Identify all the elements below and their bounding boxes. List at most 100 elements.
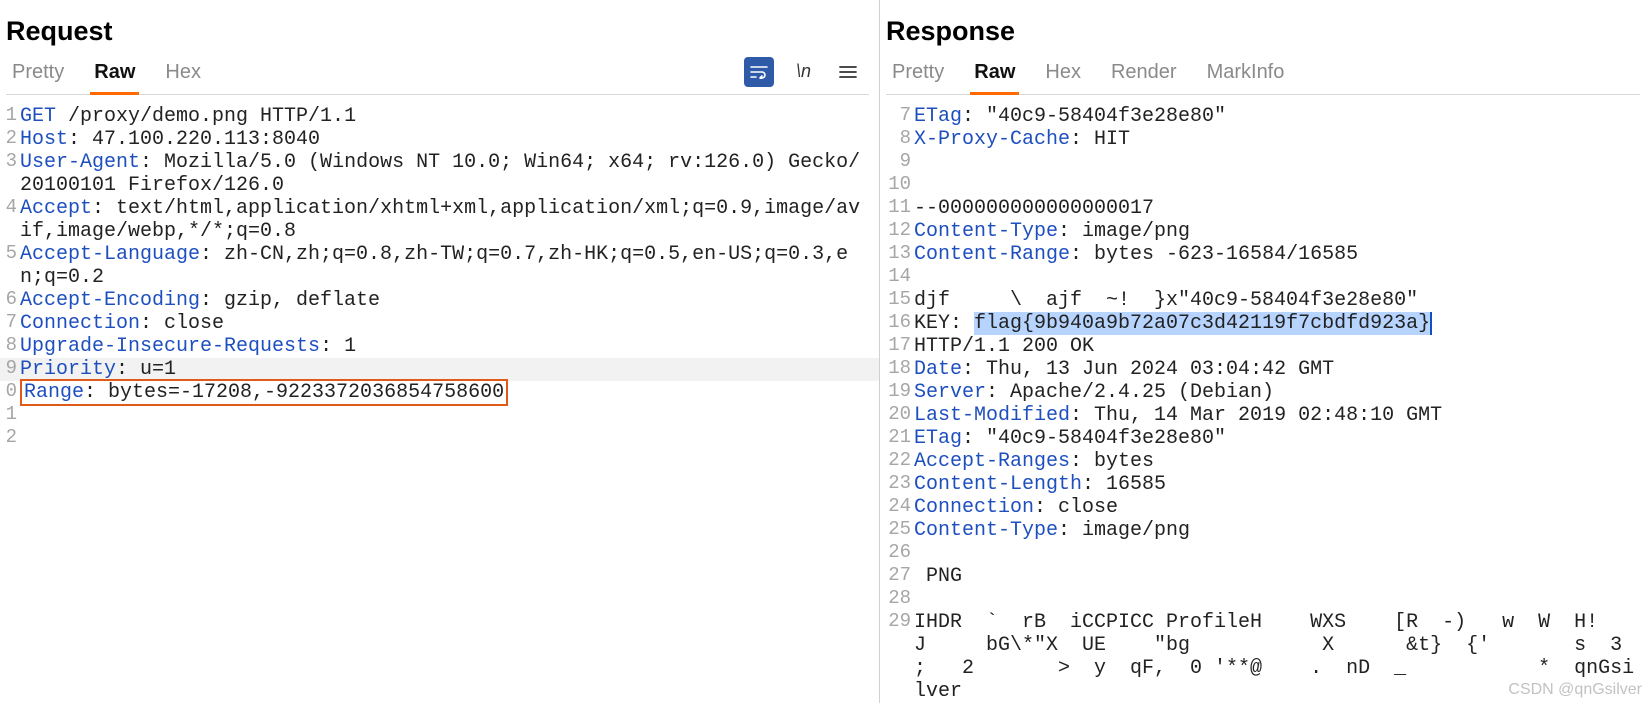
selected-text[interactable]: flag{9b940a9b72a07c3d42119f7cbdfd923a} xyxy=(974,312,1430,335)
code-line: 5Accept-Language: zh-CN,zh;q=0.8,zh-TW;q… xyxy=(0,243,879,289)
line-number: 10 xyxy=(880,174,914,196)
code-line: 25Content-Type: image/png xyxy=(880,519,1650,542)
request-tabs: Pretty Raw Hex xyxy=(6,55,203,94)
code-line: 14 xyxy=(880,266,1650,289)
line-number: 27 xyxy=(880,565,914,587)
line-number: 24 xyxy=(880,496,914,518)
code-content[interactable]: ETag: "40c9-58404f3e28e80" xyxy=(914,427,1650,450)
code-content[interactable]: PNG xyxy=(914,565,1650,588)
code-line: 27 PNG xyxy=(880,565,1650,588)
response-title: Response xyxy=(886,16,1640,47)
code-content[interactable]: Accept-Encoding: gzip, deflate xyxy=(20,289,879,312)
code-content[interactable] xyxy=(914,588,1650,611)
tab-hex[interactable]: Hex xyxy=(1043,55,1083,94)
code-content[interactable]: Priority: u=1 xyxy=(20,358,879,381)
code-content[interactable]: Date: Thu, 13 Jun 2024 03:04:42 GMT xyxy=(914,358,1650,381)
wrap-icon[interactable] xyxy=(744,57,774,87)
line-number: 7 xyxy=(0,312,20,334)
request-header: Request Pretty Raw Hex \n xyxy=(0,0,879,101)
tab-raw[interactable]: Raw xyxy=(92,55,137,94)
code-content[interactable]: djf \ ajf ~! }x"40c9-58404f3e28e80" xyxy=(914,289,1650,312)
code-content[interactable] xyxy=(914,174,1650,197)
line-number: 26 xyxy=(880,542,914,564)
tab-pretty[interactable]: Pretty xyxy=(10,55,66,94)
line-number: 2 xyxy=(0,427,20,449)
code-content[interactable]: ETag: "40c9-58404f3e28e80" xyxy=(914,105,1650,128)
response-panel: Response Pretty Raw Hex Render MarkInfo … xyxy=(880,0,1650,703)
code-content[interactable] xyxy=(914,266,1650,289)
code-content[interactable]: Content-Type: image/png xyxy=(914,519,1650,542)
request-tools: \n xyxy=(744,57,869,93)
hamburger-icon[interactable] xyxy=(833,57,863,87)
code-content[interactable]: Upgrade-Insecure-Requests: 1 xyxy=(20,335,879,358)
code-content[interactable]: Accept: text/html,application/xhtml+xml,… xyxy=(20,197,879,243)
line-number: 11 xyxy=(880,197,914,219)
code-line: 10 xyxy=(880,174,1650,197)
line-number: 8 xyxy=(0,335,20,357)
code-content[interactable] xyxy=(914,151,1650,174)
code-content[interactable] xyxy=(20,404,879,427)
code-content[interactable]: IHDR ` rB iCCPICC ProfileH WXS [R -) w W… xyxy=(914,611,1650,703)
line-number: 9 xyxy=(0,358,20,380)
code-content[interactable]: --000000000000000017 xyxy=(914,197,1650,220)
code-content[interactable]: Host: 47.100.220.113:8040 xyxy=(20,128,879,151)
code-content[interactable]: HTTP/1.1 200 OK xyxy=(914,335,1650,358)
line-number: 28 xyxy=(880,588,914,610)
line-number: 6 xyxy=(0,289,20,311)
code-content[interactable]: Accept-Language: zh-CN,zh;q=0.8,zh-TW;q=… xyxy=(20,243,879,289)
code-line: 17HTTP/1.1 200 OK xyxy=(880,335,1650,358)
tab-markinfo[interactable]: MarkInfo xyxy=(1205,55,1287,94)
line-number: 17 xyxy=(880,335,914,357)
line-number: 18 xyxy=(880,358,914,380)
code-content[interactable]: KEY: flag{9b940a9b72a07c3d42119f7cbdfd92… xyxy=(914,312,1650,335)
code-line: 22Accept-Ranges: bytes xyxy=(880,450,1650,473)
request-code-area[interactable]: 1GET /proxy/demo.png HTTP/1.12Host: 47.1… xyxy=(0,101,879,703)
code-content[interactable] xyxy=(20,427,879,450)
tab-raw[interactable]: Raw xyxy=(972,55,1017,94)
response-code-area[interactable]: 7ETag: "40c9-58404f3e28e80"8X-Proxy-Cach… xyxy=(880,101,1650,703)
code-content[interactable] xyxy=(914,542,1650,565)
response-tabs-row: Pretty Raw Hex Render MarkInfo xyxy=(886,55,1640,95)
code-line: 16KEY: flag{9b940a9b72a07c3d42119f7cbdfd… xyxy=(880,312,1650,335)
code-content[interactable]: Content-Type: image/png xyxy=(914,220,1650,243)
line-number: 8 xyxy=(880,128,914,150)
code-line: 3User-Agent: Mozilla/5.0 (Windows NT 10.… xyxy=(0,151,879,197)
line-number: 2 xyxy=(0,128,20,150)
code-content[interactable]: Connection: close xyxy=(20,312,879,335)
line-number: 7 xyxy=(880,105,914,127)
code-line: 6Accept-Encoding: gzip, deflate xyxy=(0,289,879,312)
line-number: 22 xyxy=(880,450,914,472)
line-number: 13 xyxy=(880,243,914,265)
request-panel: Request Pretty Raw Hex \n 1GET /proxy/de… xyxy=(0,0,880,703)
line-number: 12 xyxy=(880,220,914,242)
line-number: 20 xyxy=(880,404,914,426)
highlighted-range: Range: bytes=-17208,-9223372036854758600 xyxy=(20,379,508,406)
newline-toggle[interactable]: \n xyxy=(796,61,811,82)
code-line: 1 xyxy=(0,404,879,427)
code-line: 0Range: bytes=-17208,-922337203685475860… xyxy=(0,381,879,404)
code-content[interactable]: Range: bytes=-17208,-9223372036854758600 xyxy=(20,381,879,404)
code-line: 12Content-Type: image/png xyxy=(880,220,1650,243)
code-content[interactable]: X-Proxy-Cache: HIT xyxy=(914,128,1650,151)
code-content[interactable]: Accept-Ranges: bytes xyxy=(914,450,1650,473)
tab-hex[interactable]: Hex xyxy=(163,55,203,94)
code-content[interactable]: Content-Length: 16585 xyxy=(914,473,1650,496)
code-line: 1GET /proxy/demo.png HTTP/1.1 xyxy=(0,105,879,128)
code-line: 19Server: Apache/2.4.25 (Debian) xyxy=(880,381,1650,404)
code-content[interactable]: Content-Range: bytes -623-16584/16585 xyxy=(914,243,1650,266)
code-content[interactable]: User-Agent: Mozilla/5.0 (Windows NT 10.0… xyxy=(20,151,879,197)
code-line: 2 xyxy=(0,427,879,450)
code-line: 29IHDR ` rB iCCPICC ProfileH WXS [R -) w… xyxy=(880,611,1650,703)
code-content[interactable]: GET /proxy/demo.png HTTP/1.1 xyxy=(20,105,879,128)
code-line: 8X-Proxy-Cache: HIT xyxy=(880,128,1650,151)
code-content[interactable]: Last-Modified: Thu, 14 Mar 2019 02:48:10… xyxy=(914,404,1650,427)
code-content[interactable]: Connection: close xyxy=(914,496,1650,519)
tab-render[interactable]: Render xyxy=(1109,55,1179,94)
code-line: 24Connection: close xyxy=(880,496,1650,519)
code-line: 2Host: 47.100.220.113:8040 xyxy=(0,128,879,151)
code-content[interactable]: Server: Apache/2.4.25 (Debian) xyxy=(914,381,1650,404)
tab-pretty[interactable]: Pretty xyxy=(890,55,946,94)
code-line: 11--000000000000000017 xyxy=(880,197,1650,220)
response-header: Response Pretty Raw Hex Render MarkInfo xyxy=(880,0,1650,101)
code-line: 8Upgrade-Insecure-Requests: 1 xyxy=(0,335,879,358)
